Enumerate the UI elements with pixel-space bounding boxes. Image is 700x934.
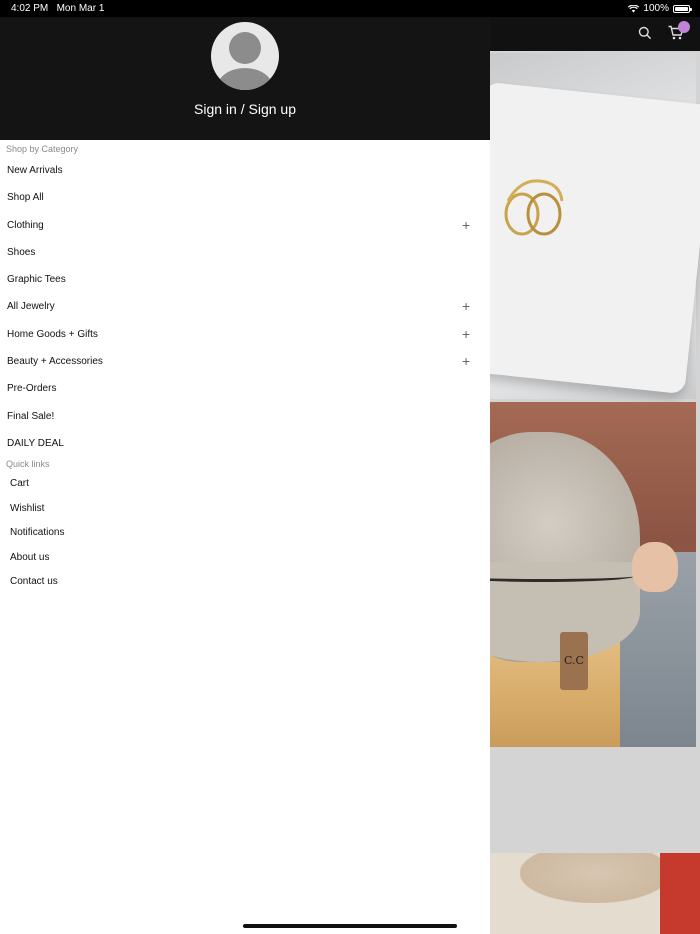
search-icon[interactable] bbox=[638, 26, 652, 40]
category-item[interactable]: DAILY DEAL bbox=[0, 430, 490, 457]
category-label: Final Sale! bbox=[7, 410, 55, 422]
category-label: Pre-Orders bbox=[7, 383, 57, 395]
product-image-hat[interactable]: C.C bbox=[490, 402, 696, 747]
drawer-header: Sign in / Sign up bbox=[0, 0, 490, 140]
category-label: Beauty + Accessories bbox=[7, 356, 103, 368]
category-item[interactable]: All Jewelry + bbox=[0, 293, 490, 320]
expand-plus-icon[interactable]: + bbox=[462, 321, 470, 348]
category-label: All Jewelry bbox=[7, 301, 55, 313]
category-item[interactable]: Pre-Orders bbox=[0, 375, 490, 402]
hand bbox=[632, 542, 678, 592]
expand-plus-icon[interactable]: + bbox=[462, 212, 470, 239]
category-label: Clothing bbox=[7, 219, 44, 231]
category-label: Graphic Tees bbox=[7, 274, 66, 286]
category-item[interactable]: Beauty + Accessories + bbox=[0, 348, 490, 375]
side-drawer: Sign in / Sign up Shop by Category New A… bbox=[0, 0, 490, 934]
app-header bbox=[490, 17, 700, 51]
category-item[interactable]: Home Goods + Gifts + bbox=[0, 321, 490, 348]
battery-percent: 100% bbox=[643, 3, 669, 14]
expand-plus-icon[interactable]: + bbox=[462, 293, 470, 320]
category-item[interactable]: Final Sale! bbox=[0, 403, 490, 430]
quick-link-contact[interactable]: Contact us bbox=[0, 570, 490, 595]
battery-icon bbox=[673, 4, 692, 13]
avatar-head bbox=[229, 32, 261, 64]
category-item[interactable]: Shoes bbox=[0, 239, 490, 266]
cart-badge bbox=[678, 21, 690, 33]
clock: 4:02 PM bbox=[11, 3, 49, 14]
quick-link-wishlist[interactable]: Wishlist bbox=[0, 497, 490, 522]
quick-link-about[interactable]: About us bbox=[0, 546, 490, 571]
avatar[interactable] bbox=[211, 22, 279, 90]
quick-links-list: Cart Wishlist Notifications About us Con… bbox=[0, 472, 490, 595]
category-label: Shop All bbox=[7, 192, 44, 204]
category-label: New Arrivals bbox=[7, 165, 63, 176]
date: Mon Mar 1 bbox=[56, 3, 105, 14]
status-time: 4:02 PM Mon Mar 1 bbox=[11, 3, 104, 14]
quick-link-notifications[interactable]: Notifications bbox=[0, 521, 490, 546]
category-item[interactable]: New Arrivals bbox=[0, 157, 490, 184]
hat-tag: C.C bbox=[560, 632, 588, 690]
status-bar: 4:02 PM Mon Mar 1 100% bbox=[0, 0, 700, 17]
avatar-body bbox=[217, 68, 273, 90]
red-shape bbox=[660, 853, 700, 934]
category-item[interactable]: Shop All bbox=[0, 184, 490, 211]
category-label: DAILY DEAL bbox=[7, 437, 64, 449]
battery-fill bbox=[675, 6, 688, 11]
expand-plus-icon[interactable]: + bbox=[462, 348, 470, 375]
background-app: C.C bbox=[490, 17, 700, 934]
category-label: Shoes bbox=[7, 246, 36, 258]
category-item[interactable]: Clothing + bbox=[0, 212, 490, 239]
product-image-ring[interactable] bbox=[490, 53, 700, 399]
wifi-icon bbox=[628, 4, 640, 12]
ring-image bbox=[504, 179, 564, 236]
product-image-partial[interactable] bbox=[490, 853, 700, 934]
section-title-categories: Shop by Category bbox=[6, 144, 79, 154]
fur-shape bbox=[520, 853, 670, 903]
home-indicator[interactable] bbox=[243, 924, 457, 928]
section-title-quick-links: Quick links bbox=[6, 459, 50, 470]
category-item[interactable]: Graphic Tees bbox=[0, 266, 490, 293]
category-label: Home Goods + Gifts bbox=[7, 328, 98, 340]
status-right: 100% bbox=[628, 3, 692, 14]
category-list: New Arrivals Shop All Clothing + Shoes Gr… bbox=[0, 157, 490, 457]
sign-in-button[interactable]: Sign in / Sign up bbox=[0, 101, 490, 117]
quick-link-cart[interactable]: Cart bbox=[0, 472, 490, 497]
